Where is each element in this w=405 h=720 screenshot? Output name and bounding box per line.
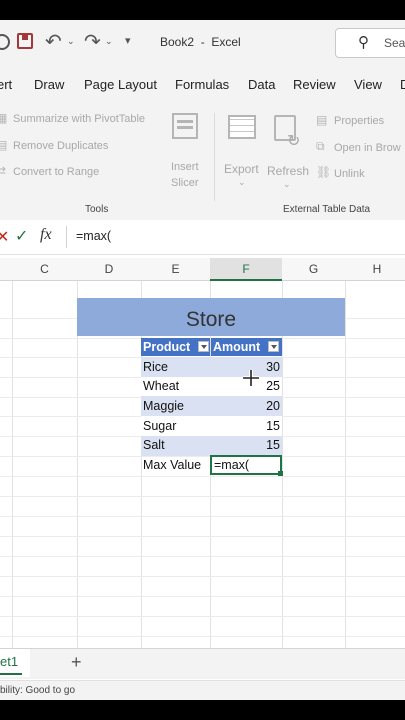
product-header-cell[interactable]: Product [141,338,210,356]
column-d-header[interactable]: D [77,262,141,276]
product-cell[interactable]: Rice [143,360,168,374]
tab-formulas[interactable]: Formulas [175,77,229,92]
tab-page-layout[interactable]: Page Layout [84,77,157,92]
export-button[interactable]: Export [224,162,259,176]
add-sheet-button[interactable]: + [71,652,82,673]
column-h-header[interactable]: H [345,262,405,276]
formula-divider [66,226,67,248]
convert-range-icon: ⇄ [0,164,7,178]
excel-window: ↶ ⌄ ↷ ⌄ ▾ Book2 - Excel ⚲ Sear ert Draw … [0,20,405,700]
refresh-button[interactable]: Refresh [267,164,309,178]
remove-duplicates-icon: ▤ [0,138,8,152]
undo-dropdown-icon[interactable]: ⌄ [67,36,75,47]
convert-to-range-button[interactable]: Convert to Range [13,166,99,178]
external-table-data-label: External Table Data [283,204,371,215]
customize-toolbar-icon[interactable]: ▾ [125,34,131,47]
amount-filter-dropdown-icon[interactable] [268,341,279,352]
tab-insert[interactable]: ert [0,77,12,92]
accessibility-status[interactable]: bility: Good to go [0,685,75,696]
sheet-tab-bar: et1 + [0,648,405,679]
active-cell[interactable]: =max( [210,455,283,476]
open-in-browser-button[interactable]: Open in Brow [334,142,401,154]
tab-view[interactable]: View [354,77,382,92]
ribbon-separator [214,113,215,201]
open-in-browser-icon: ⧉ [316,139,325,153]
tab-data[interactable]: Data [248,77,275,92]
formula-bar: ✕ ✓ fx =max( [0,220,405,255]
search-icon: ⚲ [358,34,369,51]
save-icon[interactable] [17,33,33,49]
amount-header-cell[interactable]: Amount [211,338,282,356]
amount-cell[interactable]: 15 [212,438,280,452]
column-c-header[interactable]: C [12,262,77,276]
refresh-dropdown-icon[interactable]: ⌄ [283,179,291,190]
properties-icon: ▤ [316,113,328,127]
amount-cell[interactable]: 15 [212,419,280,433]
ribbon-tabs: ert Draw Page Layout Formulas Data Revie… [0,65,405,105]
summarize-pivottable-button[interactable]: Summarize with PivotTable [13,113,145,125]
refresh-arrow-icon: ↻ [287,133,301,150]
insert-function-icon[interactable]: fx [40,226,52,244]
tab-draw[interactable]: Draw [34,77,64,92]
document-title: Book2 - Excel [160,35,241,49]
amount-header-label: Amount [213,340,261,354]
properties-button[interactable]: Properties [334,115,384,127]
product-cell[interactable]: Wheat [143,379,179,393]
tab-review[interactable]: Review [293,77,336,92]
amount-cell[interactable]: 20 [212,399,280,413]
search-box[interactable]: ⚲ Sear [335,28,405,58]
column-g-header[interactable]: G [282,262,345,276]
export-dropdown-icon[interactable]: ⌄ [238,177,246,188]
confirm-entry-icon[interactable]: ✓ [15,226,28,246]
tools-group-label: Tools [85,204,109,215]
store-title: Store [185,308,237,331]
fill-handle[interactable] [278,471,283,476]
active-cell-formula: =max( [214,458,250,472]
product-filter-dropdown-icon[interactable] [198,341,209,352]
product-cell[interactable]: Maggie [143,399,184,413]
cursor-move-icon [243,370,259,386]
column-e-header[interactable]: E [141,262,210,276]
undo-icon[interactable]: ↶ [45,29,62,54]
remove-duplicates-button[interactable]: Remove Duplicates [13,140,108,152]
ribbon: ▦ Summarize with PivotTable ▤ Remove Dup… [0,105,405,221]
unlink-button[interactable]: Unlink [334,168,365,180]
product-header-label: Product [143,340,191,354]
title-bar: ↶ ⌄ ↷ ⌄ ▾ Book2 - Excel ⚲ Sear [0,20,405,65]
insert-slicer-label-2[interactable]: Slicer [171,177,199,189]
search-placeholder: Sear [384,36,405,50]
unlink-icon: ⛓ [316,165,332,179]
export-icon [228,115,256,139]
formula-input[interactable]: =max( [76,229,111,243]
redo-icon[interactable]: ↷ [84,29,101,54]
cancel-entry-icon[interactable]: ✕ [0,227,9,247]
sheet-tab-label: et1 [0,654,19,669]
column-header: C D E F G H [0,258,405,281]
sheet-tab-active[interactable]: et1 [0,649,30,677]
product-cell[interactable]: Salt [143,438,165,452]
pivottable-icon: ▦ [0,111,8,125]
product-cell[interactable]: Sugar [143,419,176,433]
status-bar: bility: Good to go [0,680,405,700]
autosave-toggle-icon[interactable] [0,34,10,50]
store-title-banner[interactable]: Store [77,298,345,336]
max-value-label[interactable]: Max Value [143,458,201,472]
redo-dropdown-icon[interactable]: ⌄ [105,36,113,47]
column-f-header[interactable]: F [210,262,282,276]
tab-developer[interactable]: D [400,77,405,92]
insert-slicer-label-1[interactable]: Insert [171,161,199,173]
insert-slicer-icon [172,113,198,139]
